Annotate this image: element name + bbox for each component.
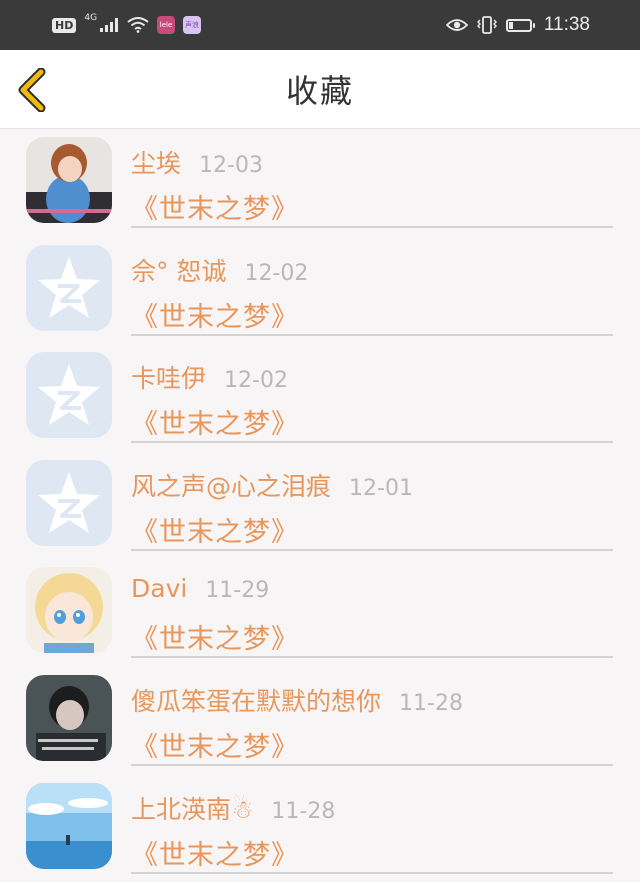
book-title[interactable]: 《世末之梦》 <box>131 402 299 441</box>
book-title[interactable]: 《世末之梦》 <box>131 187 299 226</box>
item-header: 尘埃 12-03 <box>131 144 263 180</box>
sky-scene-icon <box>26 782 112 869</box>
item-date: 12-02 <box>224 368 288 394</box>
divider <box>131 871 613 874</box>
user-name[interactable]: 傻瓜笨蛋在默默的想你 <box>131 682 381 718</box>
user-name[interactable]: 卡哇伊 <box>131 359 206 395</box>
item-header: 傻瓜笨蛋在默默的想你 11-28 <box>131 682 463 718</box>
item-date: 11-28 <box>399 690 463 716</box>
qzone-star-icon <box>26 244 112 331</box>
wifi-icon <box>127 17 149 33</box>
qzone-star-icon <box>26 459 112 546</box>
item-header: 上北渶南☃ 11-28 <box>131 790 335 826</box>
list-item[interactable]: 卡哇伊 12-02 《世末之梦》 <box>0 344 640 452</box>
item-date: 12-01 <box>349 475 413 501</box>
list-item[interactable]: Davi 11-29 《世末之梦》 <box>0 559 640 667</box>
list-item[interactable]: 尘埃 12-03 《世末之梦》 <box>0 129 640 237</box>
item-date: 12-03 <box>199 153 263 178</box>
avatar[interactable] <box>26 244 112 331</box>
battery-icon <box>505 18 535 32</box>
lele-app-icon: lele <box>157 16 176 34</box>
qzone-star-icon <box>26 352 112 439</box>
status-clock: 11:38 <box>543 14 590 35</box>
user-photo-icon <box>26 674 112 761</box>
status-left: HD 4G lele 声浪 <box>52 13 202 34</box>
divider <box>131 763 613 766</box>
avatar[interactable] <box>26 782 112 869</box>
avatar[interactable] <box>26 352 112 439</box>
book-title[interactable]: 《世末之梦》 <box>131 295 299 334</box>
item-date: 11-28 <box>271 798 336 824</box>
status-bar: HD 4G lele 声浪 11:38 <box>0 0 640 50</box>
book-title[interactable]: 《世末之梦》 <box>131 617 299 656</box>
item-header: 卡哇伊 12-02 <box>131 359 288 395</box>
signal-icon <box>100 18 119 32</box>
nav-bar: 收藏 <box>0 50 640 129</box>
status-right: 11:38 <box>445 14 590 36</box>
item-date: 11-29 <box>205 578 270 604</box>
user-name[interactable]: 佘° 恕诚 <box>131 252 226 288</box>
user-photo-icon <box>26 137 112 223</box>
divider <box>131 441 613 444</box>
divider <box>131 548 613 551</box>
item-header: 佘° 恕诚 12-02 <box>131 252 308 288</box>
favorites-list: 尘埃 12-03 《世末之梦》 佘° 恕诚 12-02 《世末之梦》 卡哇伊 1… <box>0 129 640 882</box>
back-button[interactable] <box>14 67 54 113</box>
avatar[interactable] <box>26 459 112 546</box>
shenglang-app-icon: 声浪 <box>183 16 202 34</box>
user-name[interactable]: Davi <box>131 574 187 603</box>
avatar[interactable] <box>26 567 112 654</box>
anime-avatar-icon <box>26 567 112 654</box>
item-header: Davi 11-29 <box>131 574 269 603</box>
divider <box>131 226 613 228</box>
user-name[interactable]: 上北渶南☃ <box>131 790 253 826</box>
list-item[interactable]: 风之声@心之泪痕 12-01 《世末之梦》 <box>0 452 640 560</box>
user-name[interactable]: 风之声@心之泪痕 <box>131 467 331 503</box>
page-title: 收藏 <box>285 72 354 110</box>
item-header: 风之声@心之泪痕 12-01 <box>131 467 413 503</box>
divider <box>131 333 613 336</box>
avatar[interactable] <box>26 674 112 761</box>
list-item[interactable]: 傻瓜笨蛋在默默的想你 11-28 《世末之梦》 <box>0 667 640 775</box>
chevron-left-icon <box>18 67 46 113</box>
eye-icon <box>445 19 468 31</box>
user-name[interactable]: 尘埃 <box>131 144 181 180</box>
list-item[interactable]: 佘° 恕诚 12-02 《世末之梦》 <box>0 237 640 345</box>
avatar[interactable] <box>26 137 112 223</box>
hd-badge: HD <box>52 17 77 33</box>
vibrate-icon <box>476 16 497 34</box>
divider <box>131 656 613 659</box>
book-title[interactable]: 《世末之梦》 <box>131 725 299 764</box>
network-type: 4G <box>84 13 98 23</box>
list-item[interactable]: 上北渶南☃ 11-28 《世末之梦》 <box>0 775 640 882</box>
item-date: 12-02 <box>244 260 309 286</box>
book-title[interactable]: 《世末之梦》 <box>131 833 299 872</box>
book-title[interactable]: 《世末之梦》 <box>131 510 299 549</box>
